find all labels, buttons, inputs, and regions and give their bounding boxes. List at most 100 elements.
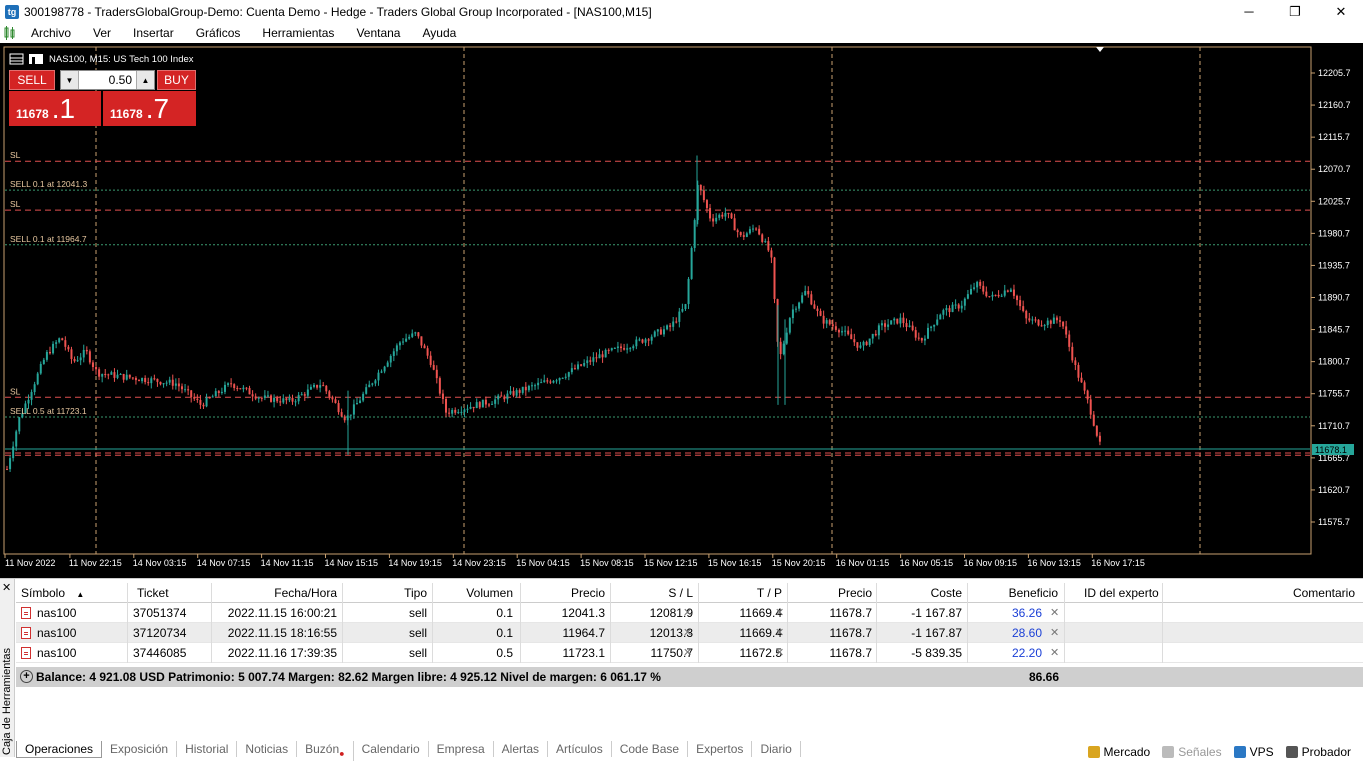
price-axis-label: 12115.7 bbox=[1318, 132, 1350, 142]
candle-body bbox=[469, 406, 472, 409]
col-sl[interactable]: S / L bbox=[611, 583, 699, 603]
candle-body bbox=[1062, 321, 1065, 327]
col-volume[interactable]: Volumen bbox=[433, 583, 521, 603]
col-type[interactable]: Tipo bbox=[343, 583, 433, 603]
candle-body bbox=[352, 404, 355, 415]
sell-price-button[interactable]: 11678 .1 bbox=[9, 91, 101, 126]
close-position-icon[interactable]: ✕ bbox=[1050, 623, 1059, 643]
table-row[interactable]: nas100 37446085 2022.11.16 17:39:35 sell 0.5… bbox=[16, 643, 1363, 663]
candle-body bbox=[147, 382, 150, 384]
remove-sl-icon[interactable]: ✕ bbox=[683, 643, 692, 663]
col-cost[interactable]: Coste bbox=[877, 583, 968, 603]
candle-body bbox=[131, 377, 134, 379]
menu-herramientas[interactable]: Herramientas bbox=[251, 23, 345, 43]
candle-body bbox=[365, 387, 368, 394]
remove-sl-icon[interactable]: ✕ bbox=[683, 623, 692, 643]
candle-body bbox=[911, 325, 914, 331]
remove-sl-icon[interactable]: ✕ bbox=[683, 603, 692, 623]
tab-articulos[interactable]: Artículos bbox=[548, 741, 612, 757]
candle-body bbox=[337, 403, 340, 413]
lot-stepper[interactable]: ▼ 0.50 ▲ bbox=[60, 70, 155, 90]
candle-body bbox=[586, 360, 589, 364]
cell-price2: 11678.7 bbox=[788, 643, 877, 663]
status-seales[interactable]: Señales bbox=[1162, 744, 1222, 760]
maximize-button[interactable]: ❐ bbox=[1272, 0, 1318, 23]
table-row[interactable]: nas100 37120734 2022.11.15 18:16:55 sell 0.1… bbox=[16, 623, 1363, 643]
remove-tp-icon[interactable]: ✕ bbox=[775, 603, 784, 623]
tab-operaciones[interactable]: Operaciones bbox=[16, 741, 103, 758]
candle-body bbox=[248, 388, 251, 395]
col-time[interactable]: Fecha/Hora bbox=[212, 583, 343, 603]
col-symbol[interactable]: Símbolo ▲ bbox=[16, 583, 128, 603]
candle-body bbox=[45, 351, 48, 360]
tab-alertas[interactable]: Alertas bbox=[494, 741, 549, 757]
candle-body bbox=[672, 321, 675, 327]
cell-cost: -5 839.35 bbox=[877, 643, 968, 663]
tab-empresa[interactable]: Empresa bbox=[429, 741, 494, 757]
col-expert[interactable]: ID del experto bbox=[1065, 583, 1163, 603]
tab-calendario[interactable]: Calendario bbox=[354, 741, 429, 757]
col-profit[interactable]: Beneficio bbox=[968, 583, 1065, 603]
lot-input[interactable]: 0.50 bbox=[79, 73, 136, 87]
menu-ayuda[interactable]: Ayuda bbox=[411, 23, 467, 43]
cell-expert bbox=[1065, 643, 1163, 663]
cell-volume: 0.1 bbox=[433, 603, 521, 623]
buy-price-button[interactable]: 11678 .7 bbox=[103, 91, 196, 126]
candle-body bbox=[506, 393, 509, 400]
candle-body bbox=[377, 372, 380, 381]
tab-expertos[interactable]: Expertos bbox=[688, 741, 753, 757]
candle-body bbox=[190, 390, 193, 397]
close-position-icon[interactable]: ✕ bbox=[1050, 643, 1059, 663]
tab-code-base[interactable]: Code Base bbox=[612, 741, 689, 757]
toolbox-close-icon[interactable]: ✕ bbox=[2, 581, 11, 594]
close-button[interactable]: ✕ bbox=[1318, 0, 1363, 23]
menu-archivo[interactable]: Archivo bbox=[20, 23, 82, 43]
buy-button[interactable]: BUY bbox=[157, 70, 196, 90]
col-price-current[interactable]: Precio bbox=[788, 583, 877, 603]
status-probador[interactable]: Probador bbox=[1285, 744, 1351, 760]
expand-icon[interactable]: + bbox=[20, 670, 33, 683]
menu-ventana[interactable]: Ventana bbox=[345, 23, 411, 43]
tab-exposicion[interactable]: Exposición bbox=[102, 741, 178, 757]
col-tp[interactable]: T / P bbox=[699, 583, 788, 603]
tab-buzon[interactable]: Buzón● bbox=[297, 741, 354, 761]
minimize-button[interactable]: ─ bbox=[1226, 0, 1272, 23]
cell-cost: -1 167.87 bbox=[877, 603, 968, 623]
tab-diario[interactable]: Diario bbox=[752, 741, 801, 757]
candle-body bbox=[709, 208, 712, 219]
col-comment[interactable]: Comentario bbox=[1163, 583, 1359, 603]
price-chart[interactable]: 12205.7 12160.7 12115.7 12070.7 12025.7 11980… bbox=[0, 43, 1363, 578]
candle-body bbox=[785, 332, 788, 344]
menu-ver[interactable]: Ver bbox=[82, 23, 122, 43]
remove-tp-icon[interactable]: ✕ bbox=[775, 643, 784, 663]
close-position-icon[interactable]: ✕ bbox=[1050, 603, 1059, 623]
remove-tp-icon[interactable]: ✕ bbox=[775, 623, 784, 643]
time-axis-label: 14 Nov 23:15 bbox=[452, 558, 506, 568]
lot-decrease-icon[interactable]: ▼ bbox=[61, 71, 79, 89]
col-ticket[interactable]: Ticket bbox=[128, 583, 212, 603]
status-vps[interactable]: VPS bbox=[1233, 744, 1274, 760]
status-label: Mercado bbox=[1103, 745, 1151, 759]
candle-body bbox=[448, 412, 451, 414]
candle-body bbox=[368, 384, 371, 388]
sell-price-main: 11678 bbox=[16, 107, 49, 121]
candle-body bbox=[85, 349, 88, 352]
table-row[interactable]: nas100 37051374 2022.11.15 16:00:21 sell 0.1… bbox=[16, 603, 1363, 623]
price-axis-label: 11575.7 bbox=[1318, 517, 1350, 527]
menu-insertar[interactable]: Insertar bbox=[122, 23, 185, 43]
chart-canvas[interactable]: 12205.7 12160.7 12115.7 12070.7 12025.7 11980… bbox=[0, 43, 1363, 578]
candle-body bbox=[647, 339, 650, 341]
candle-body bbox=[690, 247, 693, 279]
sell-button[interactable]: SELL bbox=[9, 70, 55, 90]
tab-historial[interactable]: Historial bbox=[177, 741, 238, 757]
chart-bars-icon[interactable] bbox=[0, 23, 20, 43]
status-mercado[interactable]: Mercado bbox=[1087, 744, 1151, 760]
tab-noticias[interactable]: Noticias bbox=[237, 741, 298, 757]
candle-body bbox=[460, 411, 463, 413]
col-price[interactable]: Precio bbox=[521, 583, 611, 603]
menu-graficos[interactable]: Gráficos bbox=[185, 23, 252, 43]
lot-increase-icon[interactable]: ▲ bbox=[136, 71, 154, 89]
candle-body bbox=[512, 391, 515, 396]
candle-body bbox=[395, 345, 398, 352]
cell-price: 11723.1 bbox=[521, 643, 611, 663]
